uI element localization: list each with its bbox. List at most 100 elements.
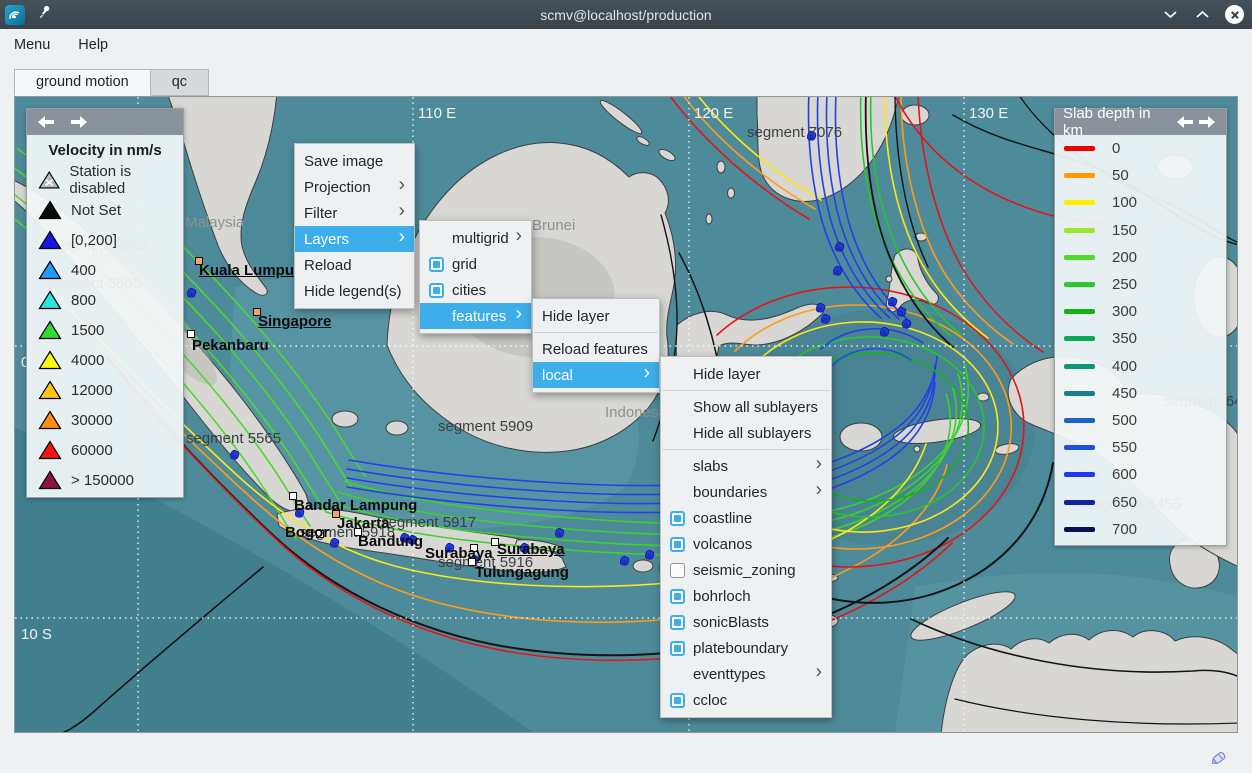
slab-legend-item: 100 <box>1055 189 1226 216</box>
submenu-arrow-icon: › <box>816 454 822 476</box>
submenu-arrow-icon: › <box>516 226 522 248</box>
layers-item-grid[interactable]: grid <box>420 251 531 277</box>
menu-item-label: seismic_zoning <box>693 562 796 579</box>
menu-item-label: features <box>452 308 506 325</box>
features-item-hide-layer[interactable]: Hide layer <box>533 303 659 329</box>
slab-legend-item: 350 <box>1055 325 1226 352</box>
slab-legend[interactable]: Slab depth in km 0 50 100 150 200 250 <box>1054 108 1227 546</box>
menu-item-label: Save image <box>304 153 383 170</box>
tab-qc[interactable]: qc <box>151 69 209 96</box>
context-item-hide-legend-s[interactable]: Hide legend(s) <box>295 278 414 304</box>
context-item-save-image[interactable]: Save image <box>295 148 414 174</box>
seismic-event-icon <box>645 550 653 559</box>
menu-item-label: Reload features <box>542 341 648 358</box>
velocity-legend-label: 1500 <box>71 322 104 339</box>
layers-item-multigrid[interactable]: multigrid › <box>420 225 531 251</box>
velocity-legend-item: 400 <box>27 255 183 285</box>
checkbox-unchecked-icon <box>670 563 685 578</box>
pin-icon[interactable] <box>39 5 52 24</box>
velocity-legend-title: Velocity in nm/s <box>27 135 183 165</box>
menubar-item-help[interactable]: Help <box>64 33 122 57</box>
velocity-legend-item: 4000 <box>27 345 183 375</box>
seismic-event-icon <box>620 556 628 565</box>
minimize-button[interactable] <box>1161 6 1179 24</box>
menubar-item-menu[interactable]: Menu <box>0 33 64 57</box>
velocity-legend-item: > 150000 <box>27 465 183 495</box>
seismic-event-icon <box>833 266 841 275</box>
layers-item-cities[interactable]: cities <box>420 277 531 303</box>
seismic-event-icon <box>555 528 563 537</box>
menu-separator <box>662 449 830 450</box>
slab-legend-item: 400 <box>1055 353 1226 380</box>
seismic-event-icon <box>816 303 824 312</box>
features-item-reload-features[interactable]: Reload features <box>533 336 659 362</box>
slab-legend-title: Slab depth in km <box>1063 105 1174 139</box>
submenu-arrow-icon: › <box>816 662 822 684</box>
seismic-event-icon <box>330 538 338 547</box>
maximize-button[interactable] <box>1193 6 1211 24</box>
slab-legend-item: 300 <box>1055 298 1226 325</box>
local-item-plateboundary[interactable]: plateboundary <box>661 635 831 661</box>
slab-color-swatch <box>1064 255 1095 260</box>
local-item-slabs[interactable]: slabs› <box>661 453 831 479</box>
velocity-legend-label: > 150000 <box>71 472 134 489</box>
local-item-coastline[interactable]: coastline <box>661 505 831 531</box>
features-item-local[interactable]: local› <box>533 362 659 388</box>
submenu-arrow-icon: › <box>399 227 405 249</box>
menu-item-label: cities <box>452 282 486 299</box>
map-context-menu: Save imageProjection›Filter›Layers›Reloa… <box>294 143 415 309</box>
slab-legend-item: 450 <box>1055 380 1226 407</box>
pencil-cursor-icon <box>1208 747 1230 773</box>
velocity-legend-label: 800 <box>71 292 96 309</box>
submenu-arrow-icon: › <box>399 175 405 197</box>
local-item-hide-all-sublayers[interactable]: Hide all sublayers <box>661 420 831 446</box>
layers-item-features[interactable]: features› <box>420 303 531 329</box>
menu-item-label: Projection <box>304 179 371 196</box>
legend-next-icon[interactable] <box>68 114 90 130</box>
slab-color-swatch <box>1064 173 1095 178</box>
checkbox-checked-icon <box>429 257 444 272</box>
menu-item-label: multigrid <box>452 230 509 247</box>
slab-legend-item: 150 <box>1055 217 1226 244</box>
slab-color-swatch <box>1064 472 1095 477</box>
slab-legend-label: 550 <box>1112 439 1137 456</box>
context-item-projection[interactable]: Projection › <box>295 174 414 200</box>
legend-next-icon[interactable] <box>1196 114 1218 130</box>
menu-item-label: Layers <box>304 231 349 248</box>
velocity-legend[interactable]: Velocity in nm/s Station is disabled Not… <box>26 108 184 498</box>
velocity-legend-item: 60000 <box>27 435 183 465</box>
legend-prev-icon[interactable] <box>35 114 57 130</box>
menu-item-label: grid <box>452 256 477 273</box>
local-item-show-all-sublayers[interactable]: Show all sublayers <box>661 394 831 420</box>
close-button[interactable] <box>1225 5 1244 24</box>
menu-item-label: Hide all sublayers <box>693 425 811 442</box>
tabbar: ground motion qc <box>14 69 209 96</box>
tab-ground-motion[interactable]: ground motion <box>14 69 151 96</box>
slab-color-swatch <box>1064 364 1095 369</box>
menu-item-label: boundaries <box>693 484 767 501</box>
local-item-bohrloch[interactable]: bohrloch <box>661 583 831 609</box>
seismic-event-icon <box>897 307 905 316</box>
velocity-legend-label: 400 <box>71 262 96 279</box>
window-title: scmv@localhost/production <box>0 7 1252 23</box>
context-item-reload[interactable]: Reload <box>295 252 414 278</box>
slab-color-swatch <box>1064 500 1095 505</box>
local-item-hide-layer[interactable]: Hide layer <box>661 361 831 387</box>
map-viewport[interactable]: 100 E110 E120 E130 E010 SMalaysiaMedanBr… <box>14 96 1238 733</box>
local-item-eventtypes[interactable]: eventtypes› <box>661 661 831 687</box>
legend-prev-icon[interactable] <box>1174 114 1196 130</box>
slab-legend-item: 600 <box>1055 461 1226 488</box>
velocity-legend-label: Station is disabled <box>69 163 183 197</box>
context-item-filter[interactable]: Filter› <box>295 200 414 226</box>
slab-legend-label: 500 <box>1112 412 1137 429</box>
seismic-event-icon <box>902 319 910 328</box>
context-item-layers[interactable]: Layers › <box>295 226 414 252</box>
local-item-sonicblasts[interactable]: sonicBlasts <box>661 609 831 635</box>
local-item-seismic-zoning[interactable]: seismic_zoning <box>661 557 831 583</box>
local-item-volcanos[interactable]: volcanos <box>661 531 831 557</box>
slab-legend-label: 650 <box>1112 494 1137 511</box>
local-item-ccloc[interactable]: ccloc <box>661 687 831 713</box>
local-item-boundaries[interactable]: boundaries› <box>661 479 831 505</box>
seismic-event-icon <box>470 555 478 564</box>
checkbox-checked-icon <box>429 283 444 298</box>
